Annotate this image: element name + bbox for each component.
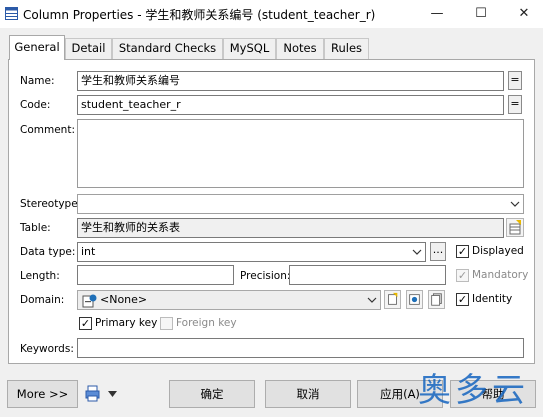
mandatory-label: Mandatory	[472, 269, 529, 281]
datatype-browse-button[interactable]: ...	[430, 242, 446, 261]
length-label: Length:	[20, 270, 60, 282]
print-icon[interactable]	[85, 385, 100, 402]
tab-notes[interactable]: Notes	[276, 38, 324, 59]
displayed-checkbox[interactable]: ✓	[456, 245, 469, 258]
identity-checkbox[interactable]: ✓	[456, 293, 469, 306]
comment-textarea[interactable]	[77, 119, 524, 188]
foreign-key-checkbox	[160, 317, 173, 330]
datatype-label: Data type:	[20, 246, 76, 258]
domain-combobox[interactable]: <None>	[77, 290, 381, 310]
minimize-button[interactable]: —	[422, 0, 452, 28]
datatype-combobox[interactable]: int	[77, 242, 426, 262]
column-properties-icon	[5, 7, 18, 20]
keywords-input[interactable]	[77, 338, 524, 358]
code-input[interactable]: student_teacher_r	[77, 95, 504, 115]
tab-general[interactable]: General	[9, 35, 65, 60]
maximize-button[interactable]: ☐	[466, 0, 496, 28]
name-code-sync-button[interactable]: =	[508, 71, 522, 90]
more-button[interactable]: More >>	[7, 380, 78, 408]
table-label: Table:	[20, 222, 51, 234]
precision-input[interactable]	[289, 265, 446, 285]
minimize-icon: —	[430, 6, 444, 21]
datatype-value: int	[81, 245, 96, 258]
comment-label: Comment:	[20, 124, 75, 136]
primary-key-label: Primary key	[95, 317, 158, 329]
chevron-down-icon	[412, 249, 422, 255]
domain-value: <None>	[100, 293, 148, 306]
name-label: Name:	[20, 75, 55, 87]
ok-button[interactable]: 确定	[169, 380, 255, 408]
domain-properties-icon[interactable]	[406, 290, 423, 309]
domain-icon	[82, 294, 97, 308]
precision-label: Precision:	[240, 270, 291, 282]
close-button[interactable]: ✕	[509, 0, 539, 28]
table-properties-icon[interactable]	[506, 218, 524, 237]
code-label: Code:	[20, 99, 51, 111]
stereotype-combobox[interactable]	[77, 194, 524, 214]
primary-key-checkbox[interactable]: ✓	[79, 317, 92, 330]
title-bar: Column Properties - 学生和教师关系编号 (student_t…	[0, 0, 543, 28]
dropdown-arrow-icon[interactable]	[108, 391, 117, 397]
code-name-sync-button[interactable]: =	[508, 95, 522, 114]
name-input[interactable]: 学生和教师关系编号	[77, 71, 504, 91]
close-icon: ✕	[518, 6, 530, 21]
tab-rules[interactable]: Rules	[324, 38, 369, 59]
stereotype-label: Stereotype:	[20, 198, 82, 210]
length-input[interactable]	[77, 265, 234, 285]
window-title: Column Properties - 学生和教师关系编号 (student_t…	[23, 8, 376, 22]
mandatory-checkbox: ✓	[456, 269, 469, 282]
tab-standard-checks[interactable]: Standard Checks	[112, 38, 223, 59]
cancel-button[interactable]: 取消	[265, 380, 351, 408]
displayed-label: Displayed	[472, 245, 524, 257]
tab-detail[interactable]: Detail	[65, 38, 112, 59]
foreign-key-label: Foreign key	[176, 317, 237, 329]
chevron-down-icon	[510, 201, 520, 207]
tab-mysql[interactable]: MySQL	[223, 38, 276, 59]
domain-list-icon[interactable]	[428, 290, 445, 309]
maximize-icon: ☐	[475, 6, 487, 21]
watermark-logo: 奥多云	[418, 370, 529, 409]
keywords-label: Keywords:	[20, 343, 74, 355]
chevron-down-icon	[367, 297, 377, 303]
identity-label: Identity	[472, 293, 513, 305]
domain-label: Domain:	[20, 294, 65, 306]
table-field: 学生和教师的关系表	[77, 218, 504, 238]
new-domain-icon[interactable]	[384, 290, 401, 309]
